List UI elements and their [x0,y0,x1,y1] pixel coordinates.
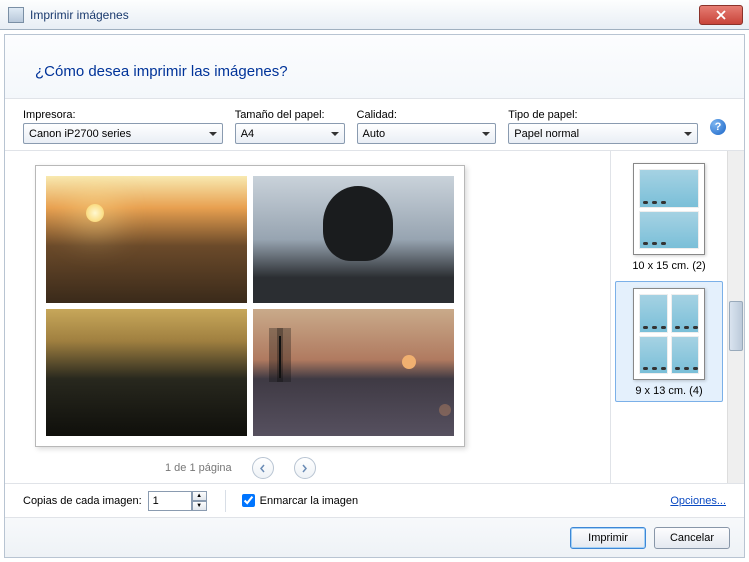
help-icon[interactable]: ? [710,119,726,135]
pager-text: 1 de 1 página [165,462,232,474]
copies-increment[interactable]: ▲ [192,491,207,501]
settings-row: Impresora: Canon iP2700 series Tamaño de… [5,99,744,150]
quality-select[interactable]: Auto [357,123,497,144]
papertype-label: Tipo de papel: [508,109,698,121]
options-row: Copias de cada imagen: ▲ ▼ Enmarcar la i… [5,483,744,517]
close-icon [716,10,726,20]
printer-select[interactable]: Canon iP2700 series [23,123,223,144]
papersize-label: Tamaño del papel: [235,109,345,121]
preview-image-4 [253,309,454,436]
preview-image-1 [46,176,247,303]
layout-label-10x15: 10 x 15 cm. (2) [632,260,705,272]
window-title: Imprimir imágenes [30,8,699,22]
layout-list: 10 x 15 cm. (2) 9 x 13 cm. (4) [611,151,727,483]
chevron-right-icon [301,464,308,473]
frame-checkbox-label: Enmarcar la imagen [260,495,358,507]
prev-page-button[interactable] [252,457,274,479]
page-preview [35,165,465,447]
copies-input[interactable] [148,491,192,511]
next-page-button[interactable] [294,457,316,479]
header-section: ¿Cómo desea imprimir las imágenes? [5,35,744,99]
copies-spinner: ▲ ▼ [148,491,207,511]
preview-area: 1 de 1 página [5,151,610,483]
layout-label-9x13: 9 x 13 cm. (4) [635,385,702,397]
close-button[interactable] [699,5,743,25]
layout-option-9x13[interactable]: 9 x 13 cm. (4) [615,281,723,402]
print-button[interactable]: Imprimir [570,527,646,549]
layout-thumb-4up [633,288,705,380]
copies-decrement[interactable]: ▼ [192,501,207,511]
page-title: ¿Cómo desea imprimir las imágenes? [35,63,714,80]
preview-image-3 [46,309,247,436]
layout-option-10x15[interactable]: 10 x 15 cm. (2) [615,156,723,277]
titlebar: Imprimir imágenes [0,0,749,30]
cancel-button[interactable]: Cancelar [654,527,730,549]
options-link[interactable]: Opciones... [670,495,726,507]
app-icon [8,7,24,23]
papersize-select[interactable]: A4 [235,123,345,144]
quality-label: Calidad: [357,109,497,121]
button-row: Imprimir Cancelar [5,517,744,557]
frame-checkbox-wrap[interactable]: Enmarcar la imagen [242,494,358,507]
preview-image-2 [253,176,454,303]
layout-thumb-2up [633,163,705,255]
printer-label: Impresora: [23,109,223,121]
copies-label: Copias de cada imagen: [23,495,142,507]
layout-scrollbar[interactable] [727,151,744,483]
pager: 1 de 1 página [35,447,610,479]
separator [225,490,226,512]
frame-checkbox[interactable] [242,494,255,507]
chevron-left-icon [259,464,266,473]
papertype-select[interactable]: Papel normal [508,123,698,144]
scrollbar-thumb[interactable] [729,301,743,351]
layout-pane: 10 x 15 cm. (2) 9 x 13 cm. (4) [610,151,744,483]
